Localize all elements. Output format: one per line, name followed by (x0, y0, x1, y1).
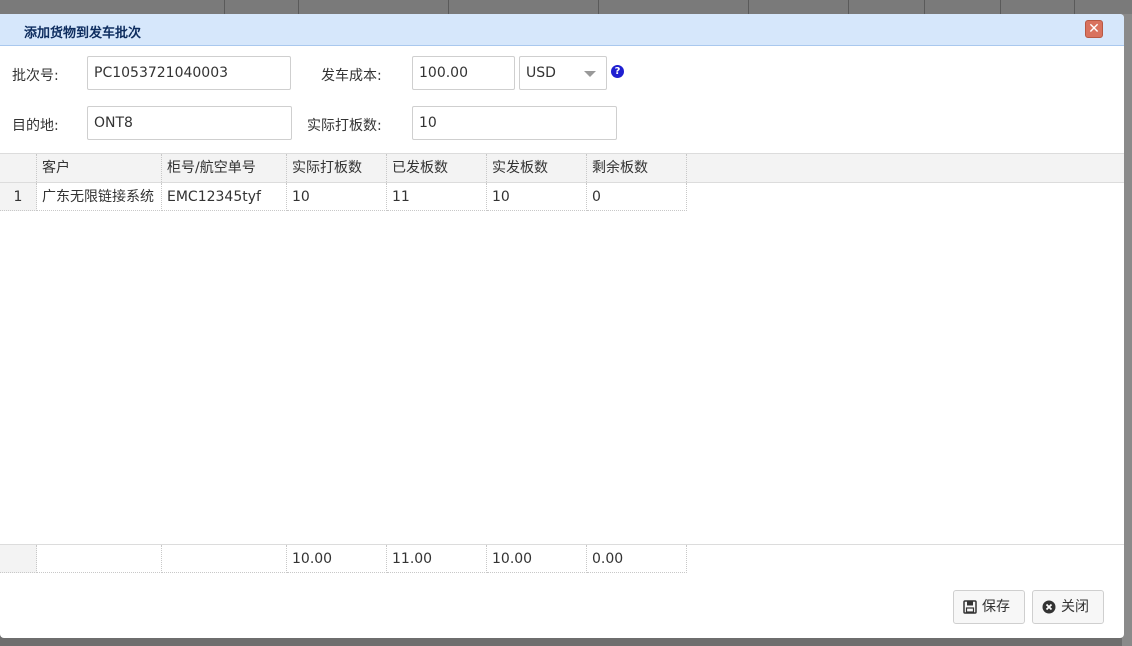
currency-select-value: USD (526, 65, 556, 81)
footer-remaining-pallets-total: 0.00 (587, 545, 687, 573)
close-button[interactable]: 关闭 (1032, 590, 1104, 624)
dialog-close-icon[interactable]: ✕ (1085, 20, 1103, 38)
actual-pallets-label: 实际打板数: (307, 118, 382, 134)
footer-rownum (0, 545, 37, 573)
column-header-container-no[interactable]: 柜号/航空单号 (162, 154, 287, 182)
cell-remaining-pallets[interactable]: 0 (587, 183, 687, 211)
dispatch-cost-input[interactable]: 100.00 (412, 56, 515, 90)
footer-customer (37, 545, 162, 573)
dispatch-cost-label: 发车成本: (321, 68, 382, 84)
background-toolbar (0, 0, 1132, 14)
footer-sent-pallets-total: 10.00 (487, 545, 587, 573)
cell-container-no[interactable]: EMC12345tyf (162, 183, 287, 211)
dialog-titlebar: 添加货物到发车批次 ✕ (0, 14, 1124, 46)
save-button-label: 保存 (982, 599, 1010, 615)
column-header-sent-pallets[interactable]: 实发板数 (487, 154, 587, 182)
floppy-disk-icon (963, 600, 977, 614)
column-header-shipped-pallets[interactable]: 已发板数 (387, 154, 487, 182)
row-number: 1 (0, 183, 37, 211)
cell-actual-pallets[interactable]: 10 (287, 183, 387, 211)
footer-container-no (162, 545, 287, 573)
destination-input[interactable]: ONT8 (87, 106, 292, 140)
column-header-customer[interactable]: 客户 (37, 154, 162, 182)
cell-customer[interactable]: 广东无限链接系统 (37, 183, 162, 211)
cell-shipped-pallets[interactable]: 11 (387, 183, 487, 211)
actual-pallets-input[interactable]: 10 (412, 106, 617, 140)
save-button[interactable]: 保存 (953, 590, 1025, 624)
column-header-actual-pallets[interactable]: 实际打板数 (287, 154, 387, 182)
chevron-down-icon (584, 71, 596, 77)
add-goods-dialog: 添加货物到发车批次 ✕ 批次号: PC1053721040003 发车成本: 1… (0, 14, 1124, 638)
footer-actual-pallets-total: 10.00 (287, 545, 387, 573)
grid-footer-totals: 10.00 11.00 10.00 0.00 (0, 544, 1124, 573)
goods-grid: 客户 柜号/航空单号 实际打板数 已发板数 实发板数 剩余板数 1 广东无限链接… (0, 153, 1124, 574)
batch-number-label: 批次号: (12, 68, 59, 84)
currency-select[interactable]: USD (519, 56, 607, 90)
grid-header: 客户 柜号/航空单号 实际打板数 已发板数 实发板数 剩余板数 (0, 154, 1124, 183)
column-header-remaining-pallets[interactable]: 剩余板数 (587, 154, 687, 182)
cell-sent-pallets[interactable]: 10 (487, 183, 587, 211)
question-circle-icon[interactable]: ? (611, 65, 624, 78)
destination-label: 目的地: (12, 118, 59, 134)
times-circle-icon (1042, 600, 1056, 614)
grid-header-rownum (0, 154, 37, 182)
close-button-label: 关闭 (1061, 599, 1089, 615)
footer-shipped-pallets-total: 11.00 (387, 545, 487, 573)
batch-number-input[interactable]: PC1053721040003 (87, 56, 291, 90)
dialog-title: 添加货物到发车批次 (24, 26, 142, 41)
